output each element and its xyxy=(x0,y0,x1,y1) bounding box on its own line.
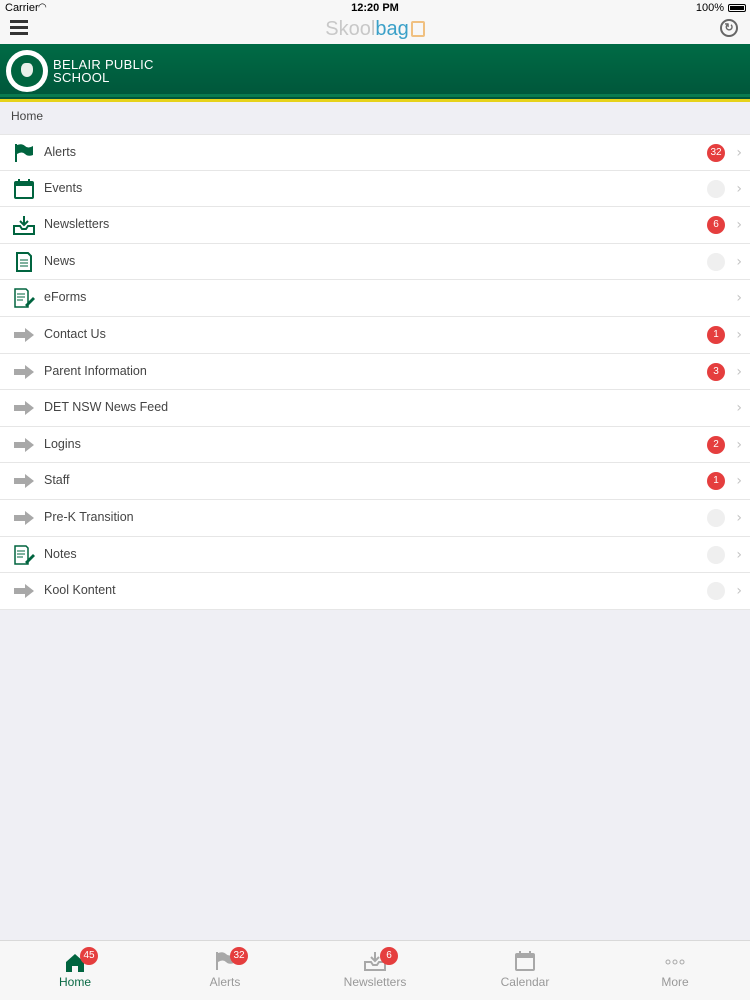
nav-bar: Skoolbag ↻ xyxy=(0,16,750,44)
document-icon xyxy=(13,251,35,272)
menu-item-label: Parent Information xyxy=(44,363,147,378)
battery-percent: 100% xyxy=(695,2,724,14)
school-crest-icon xyxy=(6,50,48,92)
menu-item-parent-information[interactable]: Parent Information 3 › xyxy=(0,354,750,391)
bag-icon xyxy=(410,21,425,37)
arrow-right-icon xyxy=(13,435,35,455)
arrow-right-icon xyxy=(13,325,35,345)
count-badge: 6 xyxy=(707,216,725,235)
menu-item-pre-k-transition[interactable]: Pre-K Transition › xyxy=(0,500,750,537)
menu-item-alerts[interactable]: Alerts 32 › xyxy=(0,134,750,171)
chevron-right-icon: › xyxy=(736,290,742,307)
tab-badge: 32 xyxy=(230,947,248,965)
count-badge: 32 xyxy=(707,144,725,162)
count-badge xyxy=(707,582,725,601)
menu-item-label: Pre-K Transition xyxy=(44,509,134,524)
menu-item-label: eForms xyxy=(44,290,87,305)
menu-item-label: DET NSW News Feed xyxy=(44,400,169,415)
count-badge: 2 xyxy=(707,435,725,454)
menu-item-eforms[interactable]: eForms › xyxy=(0,280,750,317)
count-badge: 1 xyxy=(707,325,725,344)
calendar-icon xyxy=(514,951,536,973)
count-badge xyxy=(707,545,725,564)
form-edit-icon xyxy=(13,544,35,565)
count-badge xyxy=(707,252,725,271)
count-badge xyxy=(707,179,725,198)
menu-item-newsletters[interactable]: Newsletters 6 › xyxy=(0,207,750,244)
more-icon xyxy=(664,951,686,973)
menu-item-kool-kontent[interactable]: Kool Kontent › xyxy=(0,573,750,610)
breadcrumb: Home xyxy=(11,109,44,123)
school-name-line-2: SCHOOL xyxy=(53,70,110,85)
chevron-right-icon: › xyxy=(736,436,742,453)
arrow-right-icon xyxy=(13,581,35,601)
inbox-download-icon xyxy=(13,215,35,236)
app-logo: Skoolbag xyxy=(0,16,750,42)
count-badge: 1 xyxy=(707,472,725,491)
tab-alerts[interactable]: 32 Alerts xyxy=(150,941,300,1000)
menu-item-label: Newsletters xyxy=(44,217,110,232)
menu-item-det-nsw-news-feed[interactable]: DET NSW News Feed › xyxy=(0,390,750,427)
tab-home[interactable]: 45 Home xyxy=(0,941,150,1000)
menu-item-label: Contact Us xyxy=(44,326,106,341)
menu-item-label: Staff xyxy=(44,473,70,488)
chevron-right-icon: › xyxy=(736,473,742,490)
arrow-right-icon xyxy=(13,362,35,382)
sync-icon[interactable]: ↻ xyxy=(720,19,738,37)
flag-icon xyxy=(13,143,35,163)
menu-item-staff[interactable]: Staff 1 › xyxy=(0,463,750,500)
menu-item-label: Kool Kontent xyxy=(44,583,116,598)
menu-item-label: Notes xyxy=(44,546,77,561)
status-time: 12:20 PM xyxy=(351,2,399,14)
tab-more[interactable]: More xyxy=(600,941,750,1000)
chevron-right-icon: › xyxy=(736,583,742,600)
tab-newsletters[interactable]: 6 Newsletters xyxy=(300,941,450,1000)
app-logo-text-1: Skool xyxy=(325,18,376,40)
menu-item-contact-us[interactable]: Contact Us 1 › xyxy=(0,317,750,354)
calendar-icon xyxy=(13,178,35,199)
menu-item-label: Events xyxy=(44,180,83,195)
menu-list: Alerts 32 › Events › Newsletters 6 › News › eForms… xyxy=(0,134,750,610)
menu-item-label: Alerts xyxy=(44,145,76,159)
tab-label: Calendar xyxy=(500,975,550,989)
chevron-right-icon: › xyxy=(736,253,742,270)
tab-bar: 45 Home 32 Alerts 6 Newsletters Calendar More xyxy=(0,940,750,1000)
menu-item-news[interactable]: News › xyxy=(0,244,750,281)
tab-label: Home xyxy=(58,975,91,989)
arrow-right-icon xyxy=(13,508,35,528)
battery-icon xyxy=(728,4,746,12)
chevron-right-icon: › xyxy=(736,326,742,343)
menu-item-label: News xyxy=(44,253,76,268)
chevron-right-icon: › xyxy=(736,400,742,417)
school-name: BELAIR PUBLIC SCHOOL xyxy=(53,58,154,84)
arrow-right-icon xyxy=(13,471,35,491)
tab-label: Newsletters xyxy=(343,975,407,989)
menu-item-logins[interactable]: Logins 2 › xyxy=(0,427,750,464)
app-logo-text-2: bag xyxy=(375,18,409,40)
arrow-right-icon xyxy=(13,398,35,418)
tab-badge: 6 xyxy=(380,947,398,965)
tab-label: Alerts xyxy=(209,975,241,989)
chevron-right-icon: › xyxy=(736,217,742,234)
status-bar: Carrier ◠ 12:20 PM 100% xyxy=(0,0,750,16)
school-banner: BELAIR PUBLIC SCHOOL xyxy=(0,44,750,102)
form-edit-icon xyxy=(13,288,35,309)
count-badge: 3 xyxy=(707,362,725,381)
menu-item-notes[interactable]: Notes › xyxy=(0,537,750,574)
tab-calendar[interactable]: Calendar xyxy=(450,941,600,1000)
menu-item-events[interactable]: Events › xyxy=(0,171,750,208)
tab-badge: 45 xyxy=(80,947,98,965)
chevron-right-icon: › xyxy=(736,363,742,380)
tab-label: More xyxy=(661,975,689,989)
chevron-right-icon: › xyxy=(736,546,742,563)
chevron-right-icon: › xyxy=(736,180,742,197)
count-badge xyxy=(707,508,725,527)
chevron-right-icon: › xyxy=(736,509,742,526)
chevron-right-icon: › xyxy=(736,145,742,161)
menu-item-label: Logins xyxy=(44,436,81,451)
